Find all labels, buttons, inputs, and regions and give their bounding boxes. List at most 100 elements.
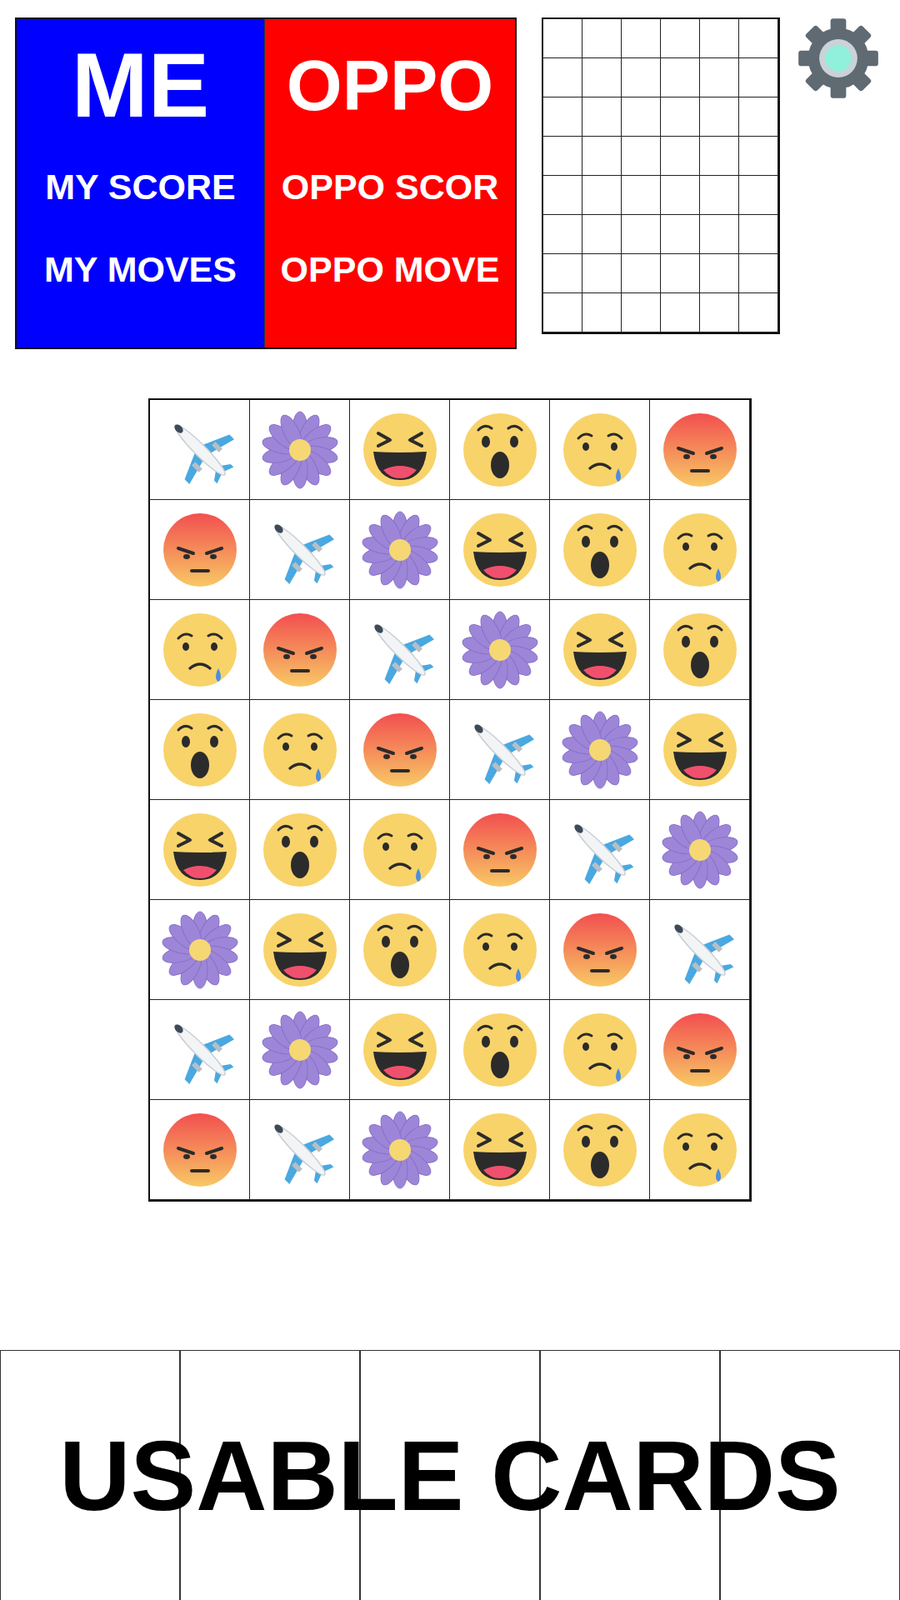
board-tile[interactable] [350,1100,450,1200]
card-slot[interactable] [540,1350,720,1600]
board-tile[interactable] [550,800,650,900]
sad-face-icon [658,1108,742,1192]
card-slot[interactable] [0,1350,180,1600]
laughing-face-icon [258,908,342,992]
board-tile[interactable] [250,500,350,600]
board-tile[interactable] [150,800,250,900]
board-tile[interactable] [450,500,550,600]
board-tile[interactable] [250,600,350,700]
board-tile[interactable] [450,1100,550,1200]
top-bar: MEMY SCOREMY MOVESOPPOOPPO SCOROPPO MOVE [0,0,900,350]
board-tile[interactable] [350,800,450,900]
board-tile[interactable] [150,700,250,800]
board-tile[interactable] [550,700,650,800]
player-column: ME MY SCORE MY MOVES [16,19,265,348]
tracker-cell [543,58,583,98]
board-tile[interactable] [250,1100,350,1200]
tracker-cell [582,136,622,176]
board-tile[interactable] [350,900,450,1000]
card-slot[interactable] [720,1350,900,1600]
card-slot[interactable] [360,1350,540,1600]
board-tile[interactable] [250,900,350,1000]
surprised-face-icon [558,508,642,592]
board-tile[interactable] [550,600,650,700]
sad-face-icon [558,408,642,492]
angry-face-icon [158,1108,242,1192]
tracker-cell [621,175,661,215]
tracker-cell [582,58,622,98]
surprised-face-icon [458,1008,542,1092]
board-tile[interactable] [550,400,650,500]
board-tile[interactable] [250,1000,350,1100]
board-tile[interactable] [450,900,550,1000]
tracker-cell [660,293,700,333]
board-tile[interactable] [250,400,350,500]
board-tile[interactable] [650,400,750,500]
board-tile[interactable] [450,1000,550,1100]
sad-face-icon [558,1008,642,1092]
board-tile[interactable] [550,1000,650,1100]
board-tile[interactable] [550,1100,650,1200]
surprised-face-icon [258,808,342,892]
board-tile[interactable] [450,600,550,700]
board-tile[interactable] [150,900,250,1000]
board-tile[interactable] [250,800,350,900]
board-tile[interactable] [650,1000,750,1100]
plane-icon [558,808,642,892]
tracker-cell [660,175,700,215]
card-slot[interactable] [180,1350,360,1600]
board-tile[interactable] [650,900,750,1000]
board-tile[interactable] [350,1000,450,1100]
board-tile[interactable] [650,800,750,900]
board-tile[interactable] [350,500,450,600]
tracker-cell [621,136,661,176]
board-tile[interactable] [450,800,550,900]
settings-button[interactable] [795,15,882,102]
plane-icon [258,508,342,592]
plane-icon [158,408,242,492]
board-tile[interactable] [650,1100,750,1200]
board-tile[interactable] [150,400,250,500]
board-tile[interactable] [150,1100,250,1200]
tracker-cell [660,215,700,255]
board-tile[interactable] [350,700,450,800]
board-tile[interactable] [350,600,450,700]
score-panel: MEMY SCOREMY MOVESOPPOOPPO SCOROPPO MOVE [15,17,517,350]
board-tile[interactable] [650,500,750,600]
board-tile[interactable] [250,700,350,800]
board-tile[interactable] [450,700,550,800]
tracker-cell [739,215,779,255]
plane-icon [158,1008,242,1092]
player-name: ME [71,39,210,131]
flower-icon [258,1008,342,1092]
board-tile[interactable] [350,400,450,500]
laughing-face-icon [158,808,242,892]
tracker-cell [739,254,779,294]
sad-face-icon [458,908,542,992]
tracker-cell [700,293,740,333]
flower-icon [358,508,442,592]
tracker-cell [739,19,779,59]
board-tile[interactable] [150,500,250,600]
board-tile[interactable] [150,1000,250,1100]
tracker-cell [700,254,740,294]
score-label: MY SCORE [45,167,236,207]
usable-cards-label: USABLE CARDS [0,1350,900,1600]
gear-icon[interactable] [795,15,882,102]
board-tile[interactable] [550,900,650,1000]
game-board [148,398,752,1202]
board-tile[interactable] [550,500,650,600]
board-tile[interactable] [150,600,250,700]
tracker-cell [700,215,740,255]
moves-label: MY MOVES [44,250,237,290]
laughing-face-icon [458,508,542,592]
board-tile[interactable] [650,700,750,800]
moves-label: OPPO MOVE [280,250,500,290]
tracker-cell [660,58,700,98]
flower-icon [358,1108,442,1192]
board-tile[interactable] [450,400,550,500]
laughing-face-icon [358,1008,442,1092]
plane-icon [358,608,442,692]
tracker-cell [621,254,661,294]
board-tile[interactable] [650,600,750,700]
